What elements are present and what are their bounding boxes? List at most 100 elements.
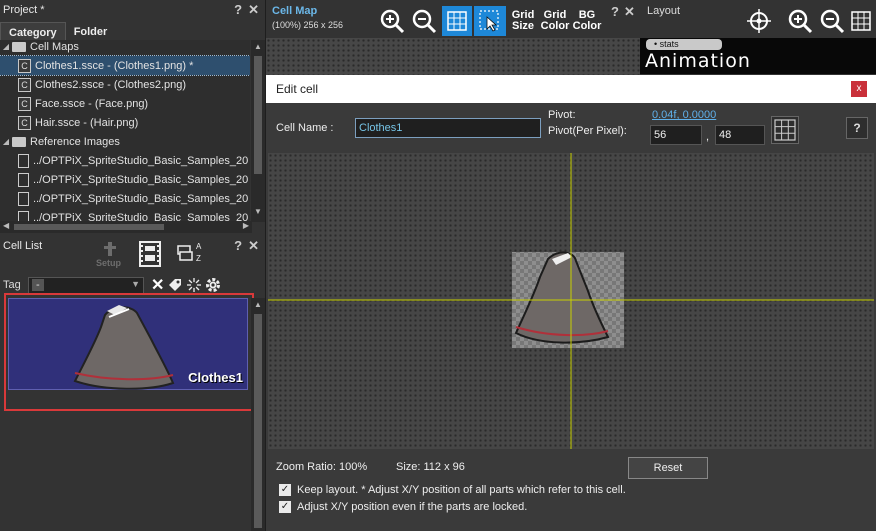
folder-icon <box>12 41 26 52</box>
checkbox-checked-icon[interactable]: ✓ <box>279 484 291 496</box>
cell-name-label: Cell Name : <box>276 122 334 134</box>
scroll-up-icon[interactable]: ▲ <box>254 42 262 51</box>
layout-title: Layout <box>647 5 681 17</box>
cell-list-title: Cell List <box>3 240 43 252</box>
grid-size-button[interactable]: Grid Size <box>508 6 538 36</box>
tree-folder-reference-images[interactable]: ◢ Reference Images <box>0 132 250 151</box>
filmstrip-button[interactable] <box>138 240 162 270</box>
help-icon[interactable]: ? <box>611 4 619 19</box>
grid-color-button[interactable]: Grid Color <box>540 6 570 36</box>
cellmap-file-icon: C <box>18 115 31 130</box>
cell-list-toolbar: Setup A Z <box>96 240 206 270</box>
bg-color-label-2: Color <box>572 20 602 32</box>
crosshair-icon <box>747 9 771 33</box>
sort-icon <box>177 245 193 261</box>
folder-icon <box>12 136 26 147</box>
help-icon[interactable]: ? <box>234 238 242 254</box>
keep-layout-checkbox[interactable]: ✓ Keep layout. * Adjust X/Y position of … <box>279 484 626 496</box>
cellmap-file-icon: C <box>18 96 31 111</box>
cell-map-panel: Cell Map (100%) 256 x 256 Grid Size Grid… <box>266 0 640 75</box>
expand-arrow-icon[interactable]: ◢ <box>0 137 12 146</box>
layout-zoom-out-button[interactable] <box>818 6 846 36</box>
tree-folder-cell-maps[interactable]: ◢ Cell Maps <box>0 40 250 56</box>
pivot-x-input[interactable]: 56 <box>650 125 702 145</box>
help-icon[interactable]: ? <box>234 2 242 18</box>
layout-panel: Layout • stats Animation <box>640 0 876 75</box>
close-icon[interactable]: ✕ <box>248 238 259 254</box>
checkbox-checked-icon[interactable]: ✓ <box>279 501 291 513</box>
document-icon <box>18 172 29 187</box>
adjust-locked-checkbox[interactable]: ✓ Adjust X/Y position even if the parts … <box>279 501 527 513</box>
sparkle-icon[interactable] <box>186 277 202 293</box>
cell-map-title: Cell Map <box>272 5 318 17</box>
tree-item-hair[interactable]: C Hair.ssce - (Hair.png) <box>0 113 250 132</box>
zoom-in-button[interactable] <box>378 6 406 36</box>
scrollbar-thumb[interactable] <box>14 224 164 230</box>
scrollbar-thumb[interactable] <box>254 56 262 174</box>
grid-icon <box>447 11 467 31</box>
tree-item-label: Face.ssce - (Face.png) <box>35 97 149 110</box>
pivot-grid-button[interactable] <box>771 116 799 144</box>
tree-item-reference-2[interactable]: ../OPTPiX_SpriteStudio_Basic_Samples_20 <box>0 170 250 189</box>
scroll-down-icon[interactable]: ▼ <box>254 207 262 216</box>
tree-item-reference-3[interactable]: ../OPTPiX_SpriteStudio_Basic_Samples_20 <box>0 189 250 208</box>
tree-item-label: ../OPTPiX_SpriteStudio_Basic_Samples_20 <box>33 154 249 167</box>
tree-item-label: ../OPTPiX_SpriteStudio_Basic_Samples_20 <box>33 173 249 186</box>
zoom-out-button[interactable] <box>410 6 438 36</box>
edit-cell-title-bar: Edit cell <box>266 75 876 103</box>
tree-item-reference-4[interactable]: ../OPTPiX_SpriteStudio_Basic_Samples_20 <box>0 208 250 222</box>
edit-cell-fields: Cell Name : Clothes1 Pivot: 0.04f, 0.000… <box>266 103 876 155</box>
scrollbar-thumb[interactable] <box>254 314 262 528</box>
project-vertical-scrollbar[interactable]: ▲ ▼ <box>251 40 265 222</box>
animation-label: Animation <box>645 50 751 72</box>
tree-item-label: Clothes1.ssce - (Clothes1.png) * <box>35 59 194 72</box>
cell-map-size: (100%) 256 x 256 <box>272 20 344 30</box>
grid-icon <box>851 11 871 31</box>
tree-item-clothes1[interactable]: C Clothes1.ssce - (Clothes1.png) * <box>0 55 250 76</box>
cell-list-scrollbar[interactable]: ▲ <box>251 298 265 531</box>
help-button[interactable]: ? <box>846 117 868 139</box>
scroll-left-icon[interactable]: ◀ <box>3 221 9 230</box>
pivot-grid-icon <box>774 119 796 141</box>
zoom-in-icon <box>788 9 813 34</box>
tag-label: Tag <box>3 279 21 291</box>
edit-cell-dialog: Edit cell x Cell Name : Clothes1 Pivot: … <box>266 75 876 531</box>
bg-color-button[interactable]: BG Color <box>572 6 602 36</box>
close-icon[interactable]: ✕ <box>248 2 259 18</box>
crosshair-button[interactable] <box>744 6 774 36</box>
close-icon[interactable]: ✕ <box>624 4 635 20</box>
grid-color-label-2: Color <box>540 20 570 32</box>
setup-button[interactable]: Setup <box>96 240 124 270</box>
tree-item-reference-1[interactable]: ../OPTPiX_SpriteStudio_Basic_Samples_20 <box>0 151 250 170</box>
reset-button[interactable]: Reset <box>628 457 708 479</box>
gear-icon[interactable] <box>205 277 221 293</box>
scroll-right-icon[interactable]: ▶ <box>243 221 249 230</box>
zoom-out-icon <box>412 9 437 34</box>
grid-toggle-button[interactable] <box>442 6 472 36</box>
project-horizontal-scrollbar[interactable]: ◀ ▶ <box>0 221 252 233</box>
tree-item-face[interactable]: C Face.ssce - (Face.png) <box>0 94 250 113</box>
zoom-ratio-text: Zoom Ratio: 100% <box>276 461 368 473</box>
sort-button[interactable]: A Z <box>176 242 206 268</box>
pivot-value-link[interactable]: 0.04f, 0.0000 <box>652 109 716 121</box>
scroll-up-icon[interactable]: ▲ <box>254 300 262 309</box>
tag-filter-bar: Tag - ▼ ✕ <box>0 276 266 294</box>
edit-cell-canvas[interactable] <box>268 153 874 449</box>
pivot-y-input[interactable]: 48 <box>715 125 765 145</box>
cell-name-input[interactable]: Clothes1 <box>355 118 541 138</box>
layout-grid-button[interactable] <box>848 6 874 36</box>
tag-icon[interactable] <box>167 277 183 293</box>
tree-item-label: ../OPTPiX_SpriteStudio_Basic_Samples_20 <box>33 192 249 205</box>
clear-filter-icon[interactable]: ✕ <box>151 275 164 295</box>
layout-zoom-in-button[interactable] <box>786 6 814 36</box>
select-grid-icon <box>479 10 499 32</box>
snap-select-button[interactable] <box>474 6 506 36</box>
expand-arrow-icon[interactable]: ◢ <box>0 42 12 51</box>
pivot-label: Pivot: <box>548 109 576 121</box>
pivot-separator: , <box>706 131 710 143</box>
cell-preview <box>268 153 874 449</box>
dialog-close-button[interactable]: x <box>851 81 867 97</box>
tree-item-clothes2[interactable]: C Clothes2.ssce - (Clothes2.png) <box>0 75 250 94</box>
tag-select[interactable]: - ▼ <box>28 276 144 294</box>
project-panel-header: Project * ? ✕ <box>0 0 265 20</box>
